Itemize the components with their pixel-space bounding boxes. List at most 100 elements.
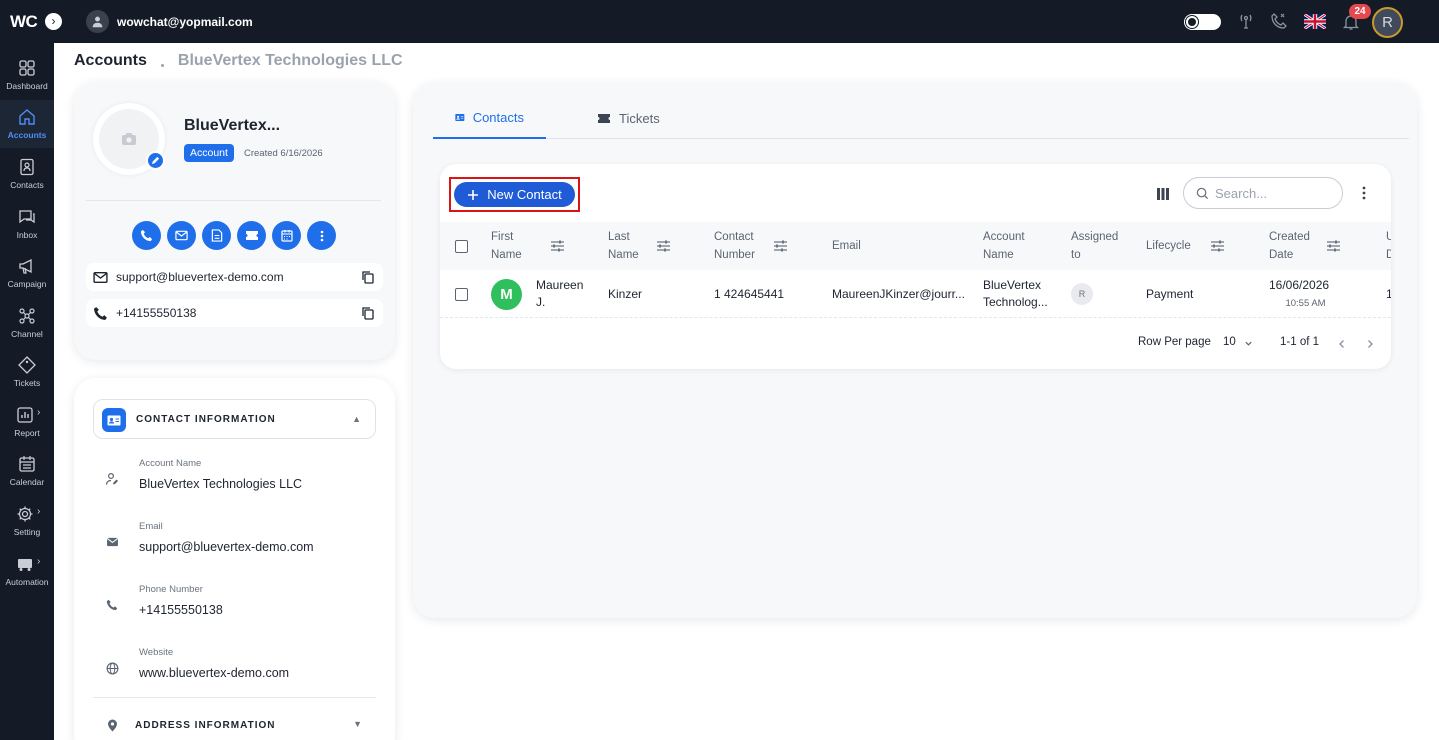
ticket-icon bbox=[245, 231, 258, 240]
call-button[interactable] bbox=[132, 221, 161, 250]
gear-icon bbox=[17, 506, 33, 522]
contact-avatar: M bbox=[491, 278, 522, 310]
sidebar-item-accounts[interactable]: Accounts bbox=[0, 100, 54, 148]
sidebar-item-campaign[interactable]: Campaign bbox=[0, 249, 54, 297]
contact-information-header[interactable]: CONTACT INFORMATION ▲ bbox=[93, 399, 376, 439]
cell-text: BlueVertex bbox=[983, 278, 1042, 292]
address-information-header[interactable]: ADDRESS INFORMATION ▼ bbox=[93, 709, 376, 739]
calendar-icon bbox=[19, 456, 35, 472]
edit-avatar-button[interactable] bbox=[146, 151, 165, 170]
header-created-date[interactable]: Created Date bbox=[1269, 222, 1359, 270]
section-title: CONTACT INFORMATION bbox=[136, 414, 276, 425]
header-first-name[interactable]: First Name bbox=[491, 222, 581, 270]
uk-flag-icon[interactable] bbox=[1304, 14, 1326, 29]
sidebar-item-label: Campaign bbox=[7, 279, 47, 289]
sidebar-item-automation[interactable]: › Automation bbox=[0, 547, 54, 595]
sidebar-item-setting[interactable]: › Setting bbox=[0, 497, 54, 545]
header-account-name[interactable]: Account Name bbox=[983, 222, 1025, 270]
cell-text: Technolog... bbox=[983, 295, 1048, 309]
header-text: Number bbox=[714, 249, 755, 261]
theme-toggle[interactable] bbox=[1184, 14, 1221, 30]
field-value: BlueVertex Technologies LLC bbox=[139, 477, 303, 491]
sidebar-item-inbox[interactable]: Inbox bbox=[0, 200, 54, 248]
chevron-right-icon: › bbox=[37, 407, 41, 418]
field-label: Account Name bbox=[139, 458, 202, 469]
new-contact-button[interactable]: New Contact bbox=[454, 182, 575, 207]
table-row[interactable]: M Maureen J. Kinzer 1 424645441 MaureenJK… bbox=[440, 270, 1391, 318]
breadcrumb-separator bbox=[160, 63, 164, 67]
document-icon bbox=[211, 229, 222, 242]
ticket-button[interactable] bbox=[237, 221, 266, 250]
sidebar-item-report[interactable]: › Report bbox=[0, 398, 54, 446]
account-details-panel: Contacts Tickets New Contact First Name bbox=[413, 83, 1417, 618]
more-actions-button[interactable] bbox=[307, 221, 336, 250]
account-email-text: support@bluevertex-demo.com bbox=[116, 270, 284, 284]
header-last-name[interactable]: Last Name bbox=[608, 222, 688, 270]
sidebar-item-dashboard[interactable]: Dashboard bbox=[0, 51, 54, 99]
section-title: ADDRESS INFORMATION bbox=[135, 720, 276, 731]
sidebar-item-contacts[interactable]: Contacts bbox=[0, 150, 54, 198]
location-pin-icon bbox=[108, 719, 117, 732]
header-email[interactable]: Email bbox=[832, 222, 861, 270]
header-lifecycle[interactable]: Lifecycle bbox=[1146, 222, 1236, 270]
sidebar-item-label: Contacts bbox=[10, 180, 44, 190]
row-checkbox[interactable] bbox=[455, 270, 468, 318]
breadcrumb-accounts[interactable]: Accounts bbox=[74, 52, 147, 70]
cell-contact-number: 1 424645441 bbox=[714, 270, 784, 318]
tab-label: Contacts bbox=[472, 109, 524, 125]
search-input[interactable] bbox=[1215, 185, 1325, 201]
copy-icon[interactable] bbox=[361, 270, 375, 284]
header-text: Name bbox=[983, 249, 1014, 261]
sidebar-item-channel[interactable]: Channel bbox=[0, 299, 54, 347]
contact-information-card: CONTACT INFORMATION ▲ Account Name BlueV… bbox=[74, 378, 395, 740]
filter-sliders-icon[interactable] bbox=[1326, 239, 1341, 253]
profile-avatar[interactable]: R bbox=[1372, 7, 1403, 38]
id-card-icon bbox=[107, 415, 121, 425]
filter-sliders-icon[interactable] bbox=[550, 239, 565, 253]
header-assigned-to[interactable]: Assigned to bbox=[1071, 222, 1118, 270]
notification-badge: 24 bbox=[1349, 4, 1371, 19]
user-chip[interactable]: wowchat@yopmail.com bbox=[86, 10, 253, 33]
chevron-left-icon[interactable] bbox=[1337, 339, 1347, 349]
phone-call-icon[interactable] bbox=[1270, 12, 1288, 30]
filter-sliders-icon[interactable] bbox=[773, 239, 788, 253]
app-logo[interactable]: WC bbox=[10, 12, 48, 34]
header-text: Contact bbox=[714, 231, 754, 243]
cell-text: Kinzer bbox=[608, 286, 643, 301]
rows-per-page-select[interactable]: 10 bbox=[1223, 336, 1253, 348]
sidebar-item-calendar[interactable]: Calendar bbox=[0, 447, 54, 495]
header-contact-number[interactable]: Contact Number bbox=[714, 222, 804, 270]
sidebar-expand-button[interactable]: › bbox=[45, 13, 62, 30]
columns-icon[interactable] bbox=[1155, 186, 1171, 202]
user-icon bbox=[86, 10, 109, 33]
note-button[interactable] bbox=[202, 221, 231, 250]
cell-first-name: M Maureen J. bbox=[491, 270, 583, 318]
tab-tickets[interactable]: Tickets bbox=[575, 97, 682, 139]
chevron-right-icon[interactable] bbox=[1365, 339, 1375, 349]
sidebar-item-label: Setting bbox=[13, 527, 41, 537]
camera-icon bbox=[122, 133, 136, 145]
cell-lifecycle: Payment bbox=[1146, 270, 1193, 318]
header-updated-date[interactable]: UD bbox=[1386, 222, 1391, 270]
copy-icon[interactable] bbox=[361, 306, 375, 320]
tab-contacts[interactable]: Contacts bbox=[433, 97, 546, 139]
pagination-range: 1-1 of 1 bbox=[1280, 336, 1319, 348]
header-text: Date bbox=[1269, 249, 1294, 261]
chevron-down-icon bbox=[1245, 341, 1252, 346]
field-value[interactable]: www.bluevertex-demo.com bbox=[139, 666, 289, 680]
tab-label: Tickets bbox=[619, 110, 660, 126]
filter-sliders-icon[interactable] bbox=[1210, 239, 1225, 253]
account-phone-line: +14155550138 bbox=[86, 299, 383, 327]
kebab-icon[interactable] bbox=[1358, 184, 1370, 202]
header-text: Name bbox=[608, 249, 639, 261]
sidebar-item-tickets[interactable]: Tickets bbox=[0, 348, 54, 396]
sidebar-item-label: Inbox bbox=[16, 230, 38, 240]
contact-book-icon bbox=[20, 158, 34, 176]
signal-icon[interactable] bbox=[1237, 12, 1255, 30]
select-all-checkbox[interactable] bbox=[455, 222, 468, 270]
email-button[interactable] bbox=[167, 221, 196, 250]
calendar-button[interactable] bbox=[272, 221, 301, 250]
filter-sliders-icon[interactable] bbox=[656, 239, 671, 253]
search-box bbox=[1183, 177, 1343, 209]
header-text: to bbox=[1071, 249, 1081, 261]
